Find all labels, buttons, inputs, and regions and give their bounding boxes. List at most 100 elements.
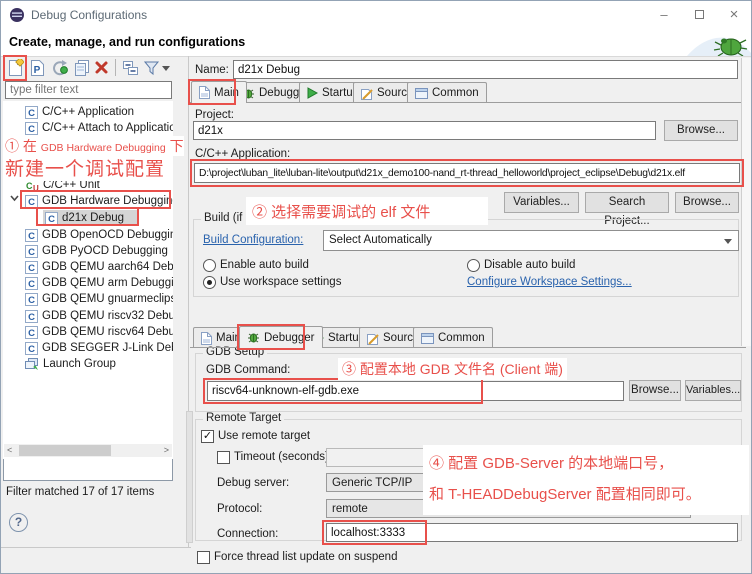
new-configuration-button[interactable] [7, 59, 24, 80]
dialog-banner: Create, manage, and run configurations [1, 29, 751, 57]
c-config-icon: C [25, 245, 38, 258]
debugger-bug-icon [247, 331, 260, 344]
main-doc-icon [201, 332, 212, 345]
tree-item-label: GDB QEMU riscv64 Debugging [42, 326, 173, 338]
tree-item-label: GDB Hardware Debugging [42, 195, 173, 207]
close-icon[interactable]: × [721, 6, 747, 24]
tree-item-cpp-attach[interactable]: C C/C++ Attach to Application [25, 120, 173, 136]
tab-label: Main [214, 87, 239, 99]
svg-text:C: C [28, 312, 35, 323]
collapse-all-button[interactable] [122, 60, 139, 79]
scroll-left-icon[interactable]: < [7, 444, 12, 457]
filter-dropdown-icon[interactable] [162, 66, 170, 71]
project-browse-button[interactable]: Browse... [664, 120, 738, 141]
svg-text:C: C [28, 263, 35, 274]
search-project-button[interactable]: Search Project... [585, 192, 669, 213]
annotation-1-line2: 新建一个调试配置 [5, 154, 165, 181]
gdb-browse-button[interactable]: Browse... [629, 380, 681, 401]
protocol-label: Protocol: [217, 503, 262, 515]
chevron-expanded-icon[interactable] [10, 193, 19, 205]
c-config-icon: C [45, 212, 58, 225]
chevron-down-icon [724, 239, 732, 244]
main-doc-icon [199, 86, 210, 99]
c-config-icon: C [25, 293, 38, 306]
scrollbar-thumb[interactable] [19, 445, 111, 456]
tree-item-qemu-arm[interactable]: C GDB QEMU arm Debugging [25, 275, 173, 291]
tab-label: Debugger [264, 332, 315, 344]
tree-item-label: C/C++ Application [42, 106, 134, 118]
svg-text:C: C [26, 181, 33, 191]
disable-auto-build-radio[interactable] [467, 259, 480, 272]
tree-item-qemu-gnuarmeclipse[interactable]: C GDB QEMU gnuarmeclipse Debugging [25, 291, 173, 307]
tree-horizontal-scrollbar[interactable]: < > [4, 444, 172, 457]
main-panel-scrollbar[interactable] [741, 58, 752, 346]
c-config-icon: C [25, 195, 38, 208]
c-config-icon: C [25, 342, 38, 355]
tree-item-gdb-openocd[interactable]: C GDB OpenOCD Debugging [25, 227, 173, 243]
scroll-right-icon[interactable]: > [164, 444, 169, 457]
tree-item-launch-group[interactable]: Launch Group [25, 356, 116, 372]
tree-item-gdb-pyocd[interactable]: C GDB PyOCD Debugging [25, 243, 168, 259]
build-configuration-select[interactable]: Select Automatically [323, 230, 739, 251]
configure-workspace-settings-link[interactable]: Configure Workspace Settings... [467, 276, 632, 288]
gdb-variables-button[interactable]: Variables... [685, 380, 741, 401]
tab-common-bottom[interactable]: Common [413, 327, 493, 348]
filter-input[interactable] [5, 81, 172, 99]
tree-item-gdb-hardware[interactable]: C GDB Hardware Debugging [25, 193, 173, 209]
tree-item-segger-jlink[interactable]: C GDB SEGGER J-Link Debugging [25, 340, 173, 356]
svg-text:C: C [48, 214, 55, 225]
use-workspace-settings-radio[interactable] [203, 276, 216, 289]
tab-common-top[interactable]: Common [407, 82, 487, 103]
c-config-icon: C [25, 310, 38, 323]
new-prototype-button[interactable]: P [29, 59, 46, 80]
maximize-icon[interactable] [686, 6, 712, 24]
svg-text:C: C [28, 247, 35, 258]
debug-configurations-dialog: Debug Configurations – × Create, manage,… [0, 0, 752, 574]
tree-item-label: d21x Debug [62, 212, 124, 224]
title-bar: Debug Configurations – × [1, 1, 751, 29]
tree-item-qemu-aarch64[interactable]: C GDB QEMU aarch64 Debugging [25, 259, 173, 275]
project-input[interactable] [193, 121, 656, 140]
annotation-1-line1: ① 在 GDB Hardware Debugging 下 [5, 136, 184, 156]
c-config-icon: C [25, 277, 38, 290]
use-remote-target-checkbox[interactable]: ✓ [201, 430, 214, 443]
remote-target-group-label: Remote Target [203, 412, 284, 424]
connection-input[interactable] [326, 523, 738, 542]
tab-main-top[interactable]: Main [191, 81, 247, 103]
c-config-icon: C [25, 122, 38, 135]
tab-label: Common [438, 332, 485, 344]
build-configuration-link[interactable]: Build Configuration: [203, 234, 303, 246]
help-button[interactable]: ? [9, 513, 28, 532]
selected-option: Select Automatically [329, 234, 432, 246]
application-browse-button[interactable]: Browse... [675, 192, 739, 213]
tree-item-label: GDB SEGGER J-Link Debugging [42, 342, 173, 354]
name-label: Name: [195, 64, 229, 76]
tree-item-qemu-riscv32[interactable]: C GDB QEMU riscv32 Debugging [25, 308, 173, 324]
minimize-icon[interactable]: – [651, 6, 677, 24]
tree-item-d21x-debug[interactable]: C d21x Debug [45, 210, 124, 226]
dialog-heading: Create, manage, and run configurations [9, 35, 245, 49]
filter-icon[interactable] [144, 60, 160, 79]
force-thread-list-checkbox[interactable] [197, 551, 210, 564]
export-configurations-button[interactable] [51, 59, 69, 80]
c-config-icon: C [25, 261, 38, 274]
timeout-checkbox[interactable] [217, 451, 230, 464]
duplicate-configuration-button[interactable] [73, 59, 91, 80]
enable-auto-build-radio[interactable] [203, 259, 216, 272]
delete-configuration-button[interactable] [94, 60, 110, 79]
annotation-text: 下 [166, 138, 184, 154]
variables-button[interactable]: Variables... [504, 192, 579, 213]
tree-item-qemu-riscv64[interactable]: C GDB QEMU riscv64 Debugging [25, 324, 173, 340]
tree-item-cpp-application[interactable]: C C/C++ Application [25, 104, 134, 120]
name-input[interactable] [233, 60, 738, 79]
gdb-command-input[interactable] [207, 381, 624, 401]
application-input[interactable] [194, 163, 740, 183]
selected-option: Generic TCP/IP [332, 477, 412, 489]
tab-debugger-bottom[interactable]: Debugger [239, 326, 323, 348]
disable-auto-build-label: Disable auto build [484, 259, 575, 271]
project-label: Project: [195, 109, 234, 121]
tab-strip-line [190, 102, 741, 103]
tree-item-label: GDB QEMU riscv32 Debugging [42, 310, 173, 322]
force-thread-list-label: Force thread list update on suspend [214, 551, 397, 563]
svg-text:C: C [28, 344, 35, 355]
